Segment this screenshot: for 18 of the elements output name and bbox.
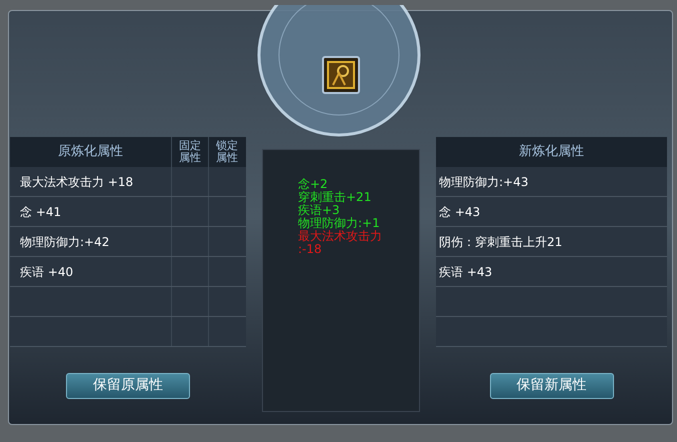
attribute-cell-text: 物理防御力:+42: [19, 234, 110, 250]
item-icon: [322, 56, 360, 94]
column-header: 原炼化属性: [57, 143, 124, 162]
attribute-cell-text: 念 +43: [438, 204, 480, 220]
change-text: 物理防御力:+1: [298, 217, 381, 230]
attribute-cell-text: 最大法术攻击力 +18: [19, 174, 134, 190]
change-text: 念+2: [298, 178, 329, 191]
change-text: 穿刺重击+21: [298, 191, 372, 204]
change-text: 最大法术攻击力:-18: [298, 230, 383, 256]
change-text: 疾语+3: [298, 204, 341, 217]
attribute-cell-text: 念 +41: [19, 204, 62, 220]
attribute-cell-text: 疾语 +40: [19, 264, 74, 280]
attribute-cell-text: 阴伤：穿刺重击上升21: [438, 234, 562, 250]
keep-new-button[interactable]: 保留新属性: [490, 372, 614, 398]
attribute-cell-text: 物理防御力:+43: [438, 174, 528, 190]
column-header: 新炼化属性: [518, 143, 585, 162]
keep-original-button[interactable]: 保留原属性: [66, 372, 190, 398]
attribute-cell-text: 疾语 +43: [438, 264, 492, 280]
